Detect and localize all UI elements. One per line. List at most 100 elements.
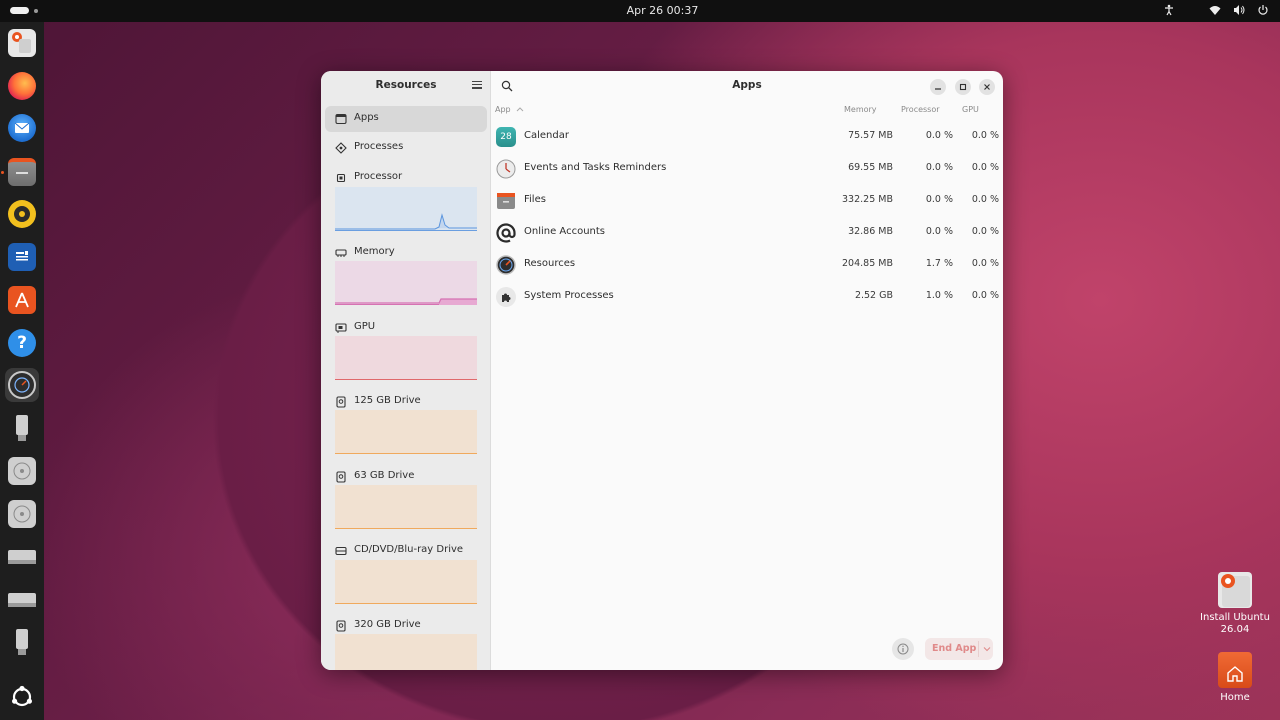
install-ubuntu-label: Install Ubuntu 26.04 — [1200, 612, 1270, 635]
disc-drive-icon — [8, 457, 36, 485]
app-memory: 204.85 MB — [842, 258, 893, 269]
minimize-button[interactable] — [930, 79, 946, 95]
clock[interactable]: Apr 26 00:37 — [0, 4, 1280, 17]
app-center-icon — [8, 286, 36, 314]
column-header-processor[interactable]: Processor — [901, 105, 940, 114]
dock-install-ubuntu[interactable] — [5, 26, 39, 60]
dock-writer[interactable] — [5, 240, 39, 274]
table-row[interactable]: Online Accounts 32.86 MB 0.0 % 0.0 % — [491, 217, 1003, 249]
writer-icon — [8, 243, 36, 271]
gpu-graph — [335, 336, 477, 380]
app-info-button[interactable] — [892, 638, 914, 660]
wifi-icon[interactable] — [1208, 3, 1222, 17]
memory-icon — [335, 249, 347, 257]
app-memory: 32.86 MB — [848, 226, 893, 237]
dock-firefox[interactable] — [5, 69, 39, 103]
gpu-icon — [335, 323, 347, 333]
maximize-icon — [959, 83, 967, 91]
install-ubuntu-desktop-icon — [1218, 572, 1252, 608]
minimize-icon — [935, 88, 941, 90]
dock-show-apps[interactable] — [5, 680, 39, 714]
hamburger-menu-icon[interactable] — [471, 79, 483, 91]
dock-files[interactable] — [5, 155, 39, 189]
app-gpu: 0.0 % — [971, 130, 999, 141]
table-row[interactable]: System Processes 2.52 GB 1.0 % 0.0 % — [491, 281, 1003, 313]
app-gpu: 0.0 % — [971, 194, 999, 205]
memory-graph-line — [335, 298, 477, 305]
sidebar-item-label: 63 GB Drive — [354, 470, 415, 481]
dock-rhythmbox[interactable] — [5, 197, 39, 231]
sidebar-item-processes[interactable]: Processes — [325, 135, 487, 161]
320gb-drive-graph — [335, 634, 477, 670]
app-name: System Processes — [524, 290, 614, 301]
dock-usb-drive-2[interactable] — [5, 625, 39, 659]
column-header-gpu[interactable]: GPU — [962, 105, 979, 114]
puzzle-icon — [496, 287, 516, 307]
app-memory: 332.25 MB — [842, 194, 893, 205]
app-processor: 0.0 % — [925, 226, 953, 237]
home-folder-icon — [1218, 652, 1252, 688]
close-button[interactable] — [979, 79, 995, 95]
dock-resources[interactable] — [5, 368, 39, 402]
dock-usb-drive[interactable] — [5, 411, 39, 445]
desktop-home[interactable]: Home — [1200, 652, 1270, 704]
drive-2-icon — [8, 586, 36, 614]
sidebar-title: Resources — [375, 79, 437, 91]
folder-icon — [496, 191, 516, 211]
dock-drive[interactable] — [5, 540, 39, 574]
accessibility-icon[interactable] — [1162, 3, 1176, 17]
gauge-icon — [496, 255, 516, 275]
sidebar-item-apps[interactable]: Apps — [325, 106, 487, 132]
system-tray[interactable] — [1162, 3, 1270, 17]
app-memory: 69.55 MB — [848, 162, 893, 173]
files-running-dot — [1, 171, 4, 174]
desktop-install-ubuntu[interactable]: Install Ubuntu 26.04 — [1200, 572, 1270, 636]
end-app-label: End App — [932, 643, 977, 654]
sidebar-item-label: CD/DVD/Blu-ray Drive — [354, 544, 464, 555]
sidebar-item-label: Processes — [354, 141, 404, 152]
drive-icon — [336, 620, 346, 632]
dock-drive-2[interactable] — [5, 583, 39, 617]
sidebar-item-label: GPU — [354, 321, 376, 332]
app-name: Online Accounts — [524, 226, 606, 237]
dock-disc-drive[interactable] — [5, 454, 39, 488]
column-header-memory[interactable]: Memory — [844, 105, 877, 114]
drive-icon — [8, 543, 36, 571]
page-title: Apps — [732, 79, 762, 91]
apps-icon — [335, 113, 347, 125]
dock-disc-drive-2[interactable] — [5, 497, 39, 531]
table-row[interactable]: Resources 204.85 MB 1.7 % 0.0 % — [491, 249, 1003, 281]
sidebar-item-label: Apps — [354, 112, 379, 123]
column-header-app[interactable]: App — [495, 105, 524, 114]
sort-ascending-icon — [516, 107, 524, 112]
end-app-separator — [978, 641, 979, 657]
app-memory: 75.57 MB — [848, 130, 893, 141]
at-sign-icon — [496, 223, 516, 243]
end-app-button[interactable]: End App — [925, 638, 993, 660]
disc-drive-2-icon — [8, 500, 36, 528]
app-name: Calendar — [524, 130, 569, 141]
calendar-icon: 28 — [496, 127, 516, 147]
dock-thunderbird[interactable] — [5, 111, 39, 145]
processor-icon — [336, 173, 346, 183]
table-row[interactable]: Events and Tasks Reminders 69.55 MB 0.0 … — [491, 153, 1003, 185]
dock-help[interactable]: ? — [5, 326, 39, 360]
chevron-down-icon[interactable] — [983, 645, 991, 653]
usb-drive-2-icon — [8, 628, 36, 656]
column-header-app-label: App — [495, 105, 511, 114]
app-gpu: 0.0 % — [971, 162, 999, 173]
dock-app-center[interactable] — [5, 283, 39, 317]
maximize-button[interactable] — [955, 79, 971, 95]
install-ubuntu-icon — [8, 29, 36, 57]
optical-drive-icon — [335, 546, 347, 556]
table-row[interactable]: Files 332.25 MB 0.0 % 0.0 % — [491, 185, 1003, 217]
table-row[interactable]: 28 Calendar 75.57 MB 0.0 % 0.0 % — [491, 121, 1003, 153]
app-gpu: 0.0 % — [971, 258, 999, 269]
sidebar-item-label: 125 GB Drive — [354, 395, 421, 406]
power-icon[interactable] — [1256, 3, 1270, 17]
volume-icon[interactable] — [1232, 3, 1246, 17]
processor-graph-line — [335, 213, 477, 230]
home-label: Home — [1220, 692, 1250, 703]
firefox-icon — [8, 72, 36, 100]
help-icon: ? — [8, 329, 36, 357]
